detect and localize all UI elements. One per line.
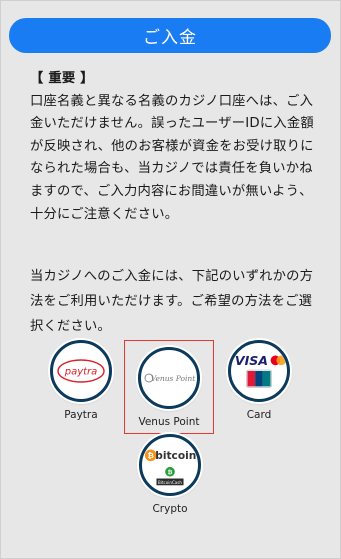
svg-text:₿: ₿	[168, 469, 173, 476]
method-label-crypto: Crypto	[152, 503, 188, 515]
bitcoin-logo-text: bitcoin	[155, 449, 196, 462]
method-label-paytra: Paytra	[64, 409, 98, 421]
card-brands-icon: VISA	[228, 340, 290, 402]
paytra-logo-text: paytra	[64, 367, 98, 378]
method-label-card: Card	[246, 409, 272, 421]
method-paytra[interactable]: paytra Paytra	[36, 340, 126, 434]
notice-body: 口座名義と異なる名義のカジノ口座へは、ご入金いただけません。誤ったユーザーIDに…	[30, 93, 314, 222]
venus-point-logo-text: Venus Point	[151, 374, 196, 383]
bitcoin-logo-icon: ₿ bitcoin ₿ BitcoinCash	[139, 434, 201, 496]
paytra-logo-icon: paytra	[50, 340, 112, 402]
method-card[interactable]: VISA Card	[214, 340, 304, 434]
visa-logo-text: VISA	[235, 353, 268, 368]
method-venus-point[interactable]: Venus Point Venus Point	[124, 340, 214, 434]
method-label-venus-point: Venus Point	[138, 416, 200, 428]
bitcoin-cash-text: BitcoinCash	[158, 480, 182, 485]
method-instructions: 当カジノへのご入金には、下記のいずれかの方法をご利用いただけます。ご希望の方法を…	[30, 269, 314, 334]
venus-point-logo-icon: Venus Point	[138, 347, 200, 409]
deposit-button[interactable]: ご入金	[9, 18, 331, 53]
svg-text:₿: ₿	[148, 451, 154, 460]
notice-title: 【 重要 】	[30, 71, 94, 86]
important-notice: 【 重要 】 口座名義と異なる名義のカジノ口座へは、ご入金いただけません。誤った…	[30, 68, 322, 226]
method-crypto[interactable]: ₿ bitcoin ₿ BitcoinCash Crypto	[125, 434, 215, 528]
